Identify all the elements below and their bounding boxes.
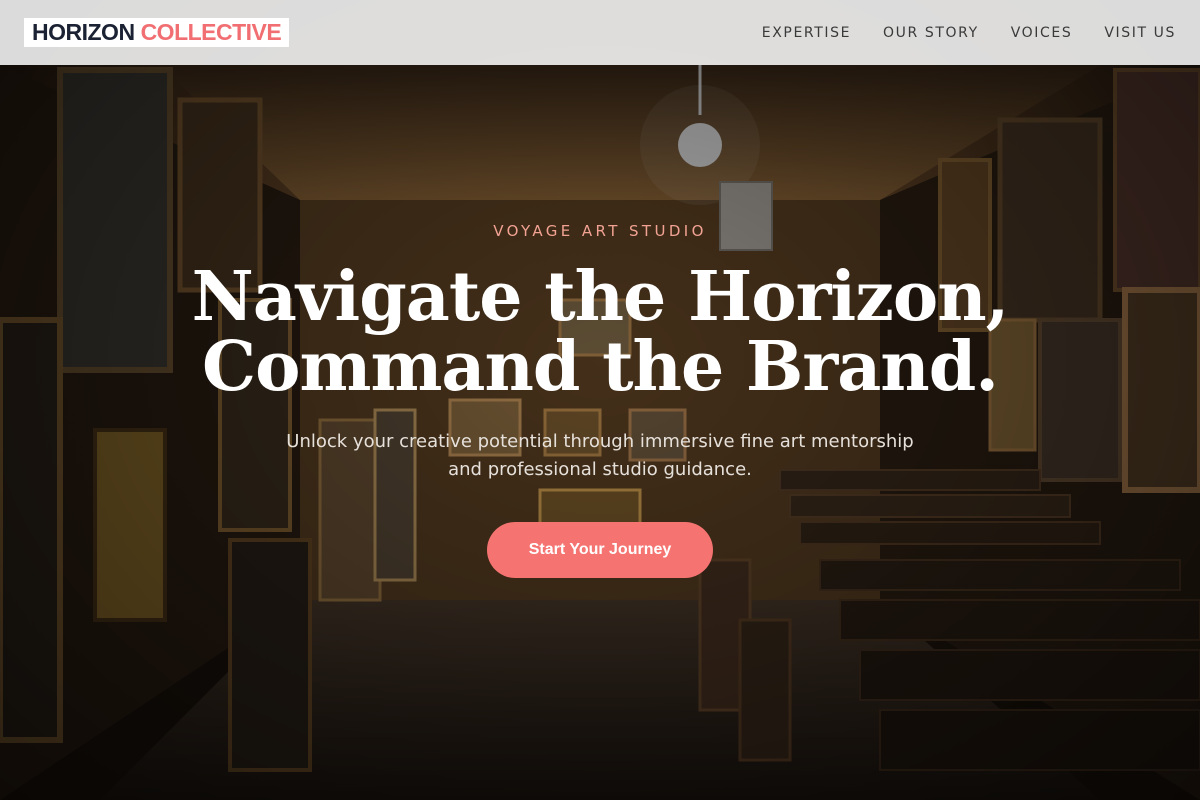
hero-headline-line-2: Command the Brand. [202,327,999,407]
hero-headline: Navigate the Horizon, Command the Brand. [0,262,1200,402]
hero-section: VOYAGE ART STUDIO Navigate the Horizon, … [0,0,1200,800]
hero-eyebrow: VOYAGE ART STUDIO [493,222,707,240]
hero-subtext-line-2: and professional studio guidance. [448,459,752,480]
hero-subtext: Unlock your creative potential through i… [0,428,1200,484]
hero-headline-line-1: Navigate the Horizon, [191,257,1010,337]
hero-subtext-line-1: Unlock your creative potential through i… [286,431,914,452]
start-journey-button[interactable]: Start Your Journey [487,522,713,578]
